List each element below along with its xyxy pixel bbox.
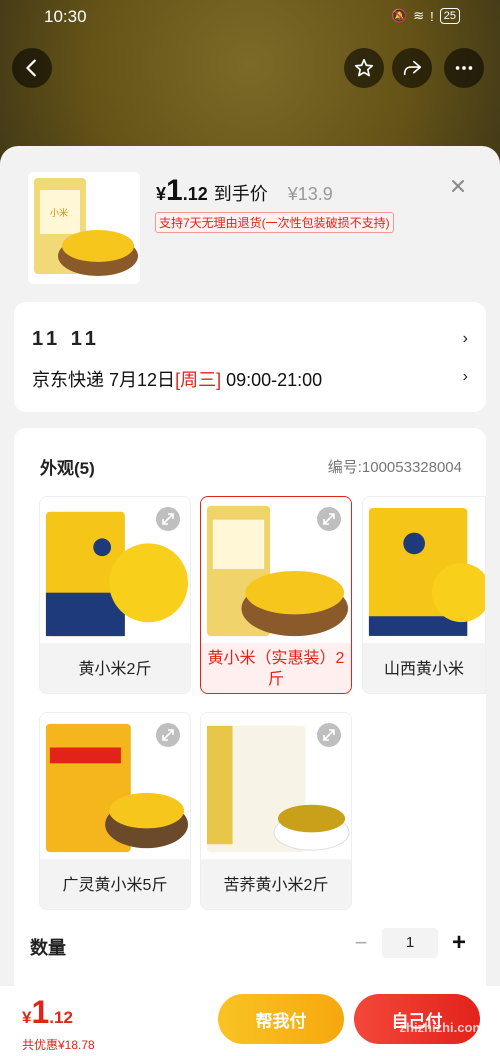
bottom-bar: ¥ 1 .12 共优惠¥18.78 帮我付 自己付 zhizhizhi.com <box>0 986 500 1056</box>
final-decimal: .12 <box>49 1008 73 1027</box>
promo-label: 11 11 <box>32 328 100 350</box>
shipping-card[interactable]: 11 11 › 京东快递 7月12日[周三] 09:00-21:00 › <box>14 302 486 412</box>
option-item[interactable]: 黄小米2斤 <box>39 496 191 694</box>
expand-icon <box>323 729 335 741</box>
delivery-date: 7月12日 <box>109 370 176 390</box>
status-time: 10:30 <box>44 7 87 26</box>
share-button[interactable] <box>392 48 432 88</box>
help-pay-button[interactable]: 帮我付 <box>218 994 344 1044</box>
product-code: 编号:100053328004 <box>327 459 462 476</box>
expand-icon <box>162 729 174 741</box>
watermark: zhizhizhi.com <box>399 1020 485 1035</box>
options-title: 外观(5) <box>40 459 95 478</box>
final-price: ¥ 1 .12 <box>22 994 73 1031</box>
back-button[interactable] <box>12 48 52 88</box>
option-label: 山西黄小米 <box>363 643 485 693</box>
quantity-value[interactable]: 1 <box>382 928 438 958</box>
status-icons: 🔕 ≋ ! 25 <box>391 8 460 24</box>
decrease-button[interactable]: − <box>352 930 370 956</box>
chevron-left-icon <box>26 59 36 77</box>
product-thumbnail: 小米 <box>28 172 140 284</box>
quantity-stepper: − 1 + <box>352 928 468 958</box>
share-icon <box>403 60 422 76</box>
total-saving: 共优惠¥18.78 <box>22 1038 95 1052</box>
expand-icon <box>323 513 335 525</box>
more-button[interactable] <box>444 48 484 88</box>
product-summary: 小米 ¥ 1 .12 到手价 ¥13.9 支持7天无理由退货(一次性包装破损不支… <box>0 146 500 296</box>
price-integer: 1 <box>166 174 183 207</box>
final-integer: 1 <box>31 994 50 1030</box>
quantity-label: 数量 <box>30 938 66 958</box>
price-line: ¥ 1 .12 到手价 ¥13.9 <box>156 174 333 208</box>
wifi-icon: ≋ <box>413 8 425 23</box>
alert-icon: ! <box>430 8 434 24</box>
favorite-button[interactable] <box>344 48 384 88</box>
expand-button[interactable] <box>156 723 180 747</box>
original-price: ¥13.9 <box>287 184 333 204</box>
expand-button[interactable] <box>156 507 180 531</box>
increase-button[interactable]: + <box>450 929 468 957</box>
option-item[interactable]: 山西黄小米 <box>362 496 486 694</box>
chevron-right-icon: › <box>462 368 468 385</box>
self-pay-button[interactable]: 自己付 <box>354 994 480 1044</box>
option-label: 广灵黄小米5斤 <box>40 859 190 909</box>
carrier: 京东快递 <box>32 370 104 390</box>
delivery-weekday: [周三] <box>175 370 222 390</box>
expand-icon <box>162 513 174 525</box>
mute-icon: 🔕 <box>391 8 408 23</box>
option-item-selected[interactable]: 黄小米（实惠装）2斤 <box>200 496 352 694</box>
price-currency: ¥ <box>156 184 167 204</box>
close-icon[interactable] <box>448 176 468 196</box>
option-label: 苦荞黄小米2斤 <box>201 859 351 909</box>
option-item[interactable]: 苦荞黄小米2斤 <box>200 712 352 910</box>
delivery-info: 京东快递 7月12日[周三] 09:00-21:00 <box>32 366 322 392</box>
price-decimal: .12 <box>182 184 208 204</box>
svg-text:小米: 小米 <box>50 207 68 219</box>
expand-button[interactable] <box>317 723 341 747</box>
star-icon <box>354 58 374 77</box>
options-card: 外观(5) 编号:100053328004 黄小米2斤 黄小米（实惠装）2斤 山… <box>14 428 486 1056</box>
more-dots-icon <box>455 66 473 70</box>
option-label: 黄小米2斤 <box>40 643 190 693</box>
final-currency: ¥ <box>22 1008 32 1027</box>
option-item[interactable]: 广灵黄小米5斤 <box>39 712 191 910</box>
status-bar: 10:30 🔕 ≋ ! 25 <box>0 0 500 34</box>
return-policy-tag: 支持7天无理由退货(一次性包装破损不支持) <box>155 212 394 233</box>
millet-bag-image: 小米 <box>34 178 138 276</box>
option-label: 黄小米（实惠装）2斤 <box>201 643 351 693</box>
chevron-right-icon: › <box>462 330 468 347</box>
option-image <box>363 498 485 642</box>
sku-selector-sheet: 小米 ¥ 1 .12 到手价 ¥13.9 支持7天无理由退货(一次性包装破损不支… <box>0 146 500 1056</box>
delivery-window: 09:00-21:00 <box>226 370 323 390</box>
battery-icon: 25 <box>439 8 460 24</box>
expand-button[interactable] <box>317 507 341 531</box>
price-label: 到手价 <box>213 184 268 204</box>
